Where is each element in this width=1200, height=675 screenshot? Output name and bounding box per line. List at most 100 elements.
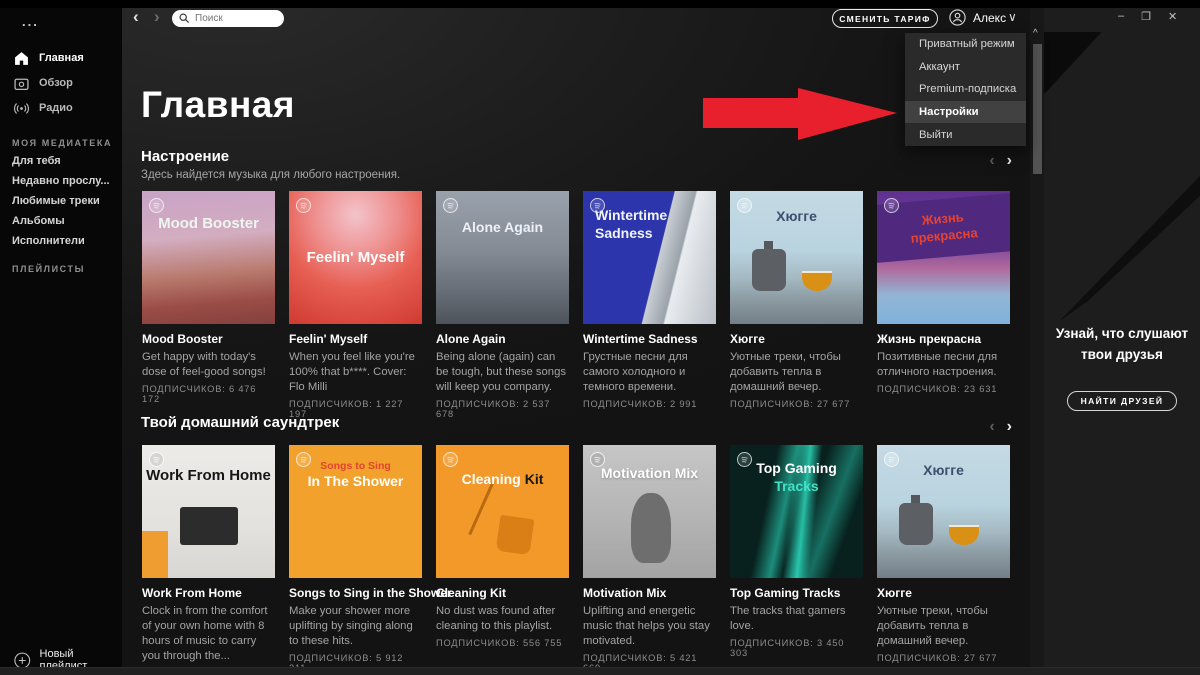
playlist-cover[interactable]: Alone Again — [436, 191, 569, 324]
subscriber-count: ПОДПИСЧИКОВ: 23 631 — [877, 384, 1010, 394]
user-avatar-icon — [949, 9, 966, 26]
cover-title: Top Gaming — [756, 460, 837, 478]
playlist-title[interactable]: Жизнь прекрасна — [877, 332, 1010, 346]
playlist-description: Clock in from the comfort of your own ho… — [142, 604, 275, 664]
subscriber-count: ПОДПИСЧИКОВ: 27 677 — [730, 399, 863, 409]
nav-back-button[interactable]: ‹ — [133, 10, 139, 24]
menu-item-account[interactable]: Аккаунт — [905, 56, 1026, 79]
find-friends-button[interactable]: НАЙТИ ДРУЗЕЙ — [1067, 391, 1177, 411]
subscriber-count: ПОДПИСЧИКОВ: 27 677 — [877, 653, 1010, 663]
scrollbar-up-icon[interactable]: ^ — [1033, 28, 1038, 39]
menu-item-settings[interactable]: Настройки — [905, 101, 1026, 124]
playlist-cover[interactable]: Хюгге — [877, 445, 1010, 578]
sidebar-item-label: Радио — [39, 102, 73, 114]
upgrade-plan-button[interactable]: СМЕНИТЬ ТАРИФ — [832, 9, 938, 28]
playlist-description: Уютные треки, чтобы добавить тепла в дом… — [877, 604, 1010, 649]
subscriber-count: ПОДПИСЧИКОВ: 6 476 172 — [142, 384, 275, 404]
username: Алекс — [973, 11, 1006, 25]
close-button[interactable]: ✕ — [1168, 10, 1177, 23]
playlist-cover[interactable]: Cleaning Kit — [436, 445, 569, 578]
playlist-cover[interactable]: Хюгге — [730, 191, 863, 324]
cover-title: In The Shower — [308, 473, 404, 491]
playlist-title[interactable]: Wintertime Sadness — [583, 332, 716, 346]
playlist-cover[interactable]: Жизнь прекрасна — [877, 191, 1010, 324]
restore-button[interactable]: ❐ — [1141, 10, 1151, 23]
nav-forward-button[interactable]: › — [154, 10, 160, 24]
sidebar-item-albums[interactable]: Альбомы — [12, 215, 65, 227]
playlist-description: Позитивные песни для отличного настроени… — [877, 350, 1010, 380]
player-bar-edge — [0, 667, 1200, 675]
sidebar-item-artists[interactable]: Исполнители — [12, 235, 85, 247]
playlist-title[interactable]: Work From Home — [142, 586, 275, 600]
playlist-title[interactable]: Cleaning Kit — [436, 586, 569, 600]
sidebar-item-liked-tracks[interactable]: Любимые треки — [12, 195, 100, 207]
annotation-arrow — [703, 87, 899, 141]
scrollbar-thumb[interactable] — [1033, 44, 1042, 174]
playlist-cover[interactable]: Feelin' Myself — [289, 191, 422, 324]
playlist-card: Work From Home Work From Home Clock in f… — [142, 445, 275, 675]
window-controls: – ❐ ✕ — [1118, 10, 1177, 23]
playlist-cover[interactable]: Mood Booster — [142, 191, 275, 324]
sidebar-item-radio[interactable]: Радио — [0, 96, 122, 120]
cover-title: Хюгге — [923, 462, 964, 480]
user-menu-trigger[interactable]: Алекс — [949, 9, 1006, 26]
playlist-cover[interactable]: Work From Home — [142, 445, 275, 578]
section-subtitle: Здесь найдется музыка для любого настрое… — [141, 169, 1012, 181]
minimize-button[interactable]: – — [1118, 10, 1124, 23]
menu-item-premium[interactable]: Premium-подписка — [905, 78, 1026, 101]
playlist-cover[interactable]: Wintertime Sadness — [583, 191, 716, 324]
section-home-soundtrack: Твой домашний саундтрек ‹ › Work From Ho… — [141, 414, 1012, 431]
playlist-card: Cleaning Kit Cleaning Kit No dust was fo… — [436, 445, 569, 675]
cover-title: Kit — [525, 471, 544, 489]
playlist-description: Make your shower more uplifting by singi… — [289, 604, 422, 649]
carousel-next-icon[interactable]: › — [1007, 154, 1012, 168]
playlist-description: Uplifting and energetic music that helps… — [583, 604, 716, 649]
section-title: Настроение — [141, 148, 1012, 165]
cover-title: Хюгге — [776, 208, 817, 226]
sidebar: ... Главная Обзор Радио МОЯ МЕДИАТЕКА Дл… — [0, 8, 122, 667]
playlist-description: No dust was found after cleaning to this… — [436, 604, 569, 634]
app-menu-icon[interactable]: ... — [22, 14, 39, 29]
menu-item-private-mode[interactable]: Приватный режим — [905, 33, 1026, 56]
menu-item-logout[interactable]: Выйти — [905, 123, 1026, 146]
sidebar-item-recent[interactable]: Недавно прослу... — [12, 175, 110, 187]
titlebar — [0, 0, 1200, 8]
cover-title: Cleaning — [462, 471, 521, 489]
sidebar-item-for-you[interactable]: Для тебя — [12, 155, 61, 167]
radio-icon — [14, 101, 29, 116]
playlist-cover[interactable]: Motivation Mix — [583, 445, 716, 578]
carousel-prev-icon[interactable]: ‹ — [989, 154, 994, 168]
playlist-title[interactable]: Хюгге — [877, 586, 1010, 600]
playlist-title[interactable]: Хюгге — [730, 332, 863, 346]
playlist-card: Wintertime Sadness Wintertime Sadness Гр… — [583, 191, 716, 419]
playlist-cover[interactable]: Top Gaming Tracks — [730, 445, 863, 578]
sidebar-item-home[interactable]: Главная — [0, 46, 122, 70]
playlist-card: Top Gaming Tracks Top Gaming Tracks The … — [730, 445, 863, 675]
cover-title: Tracks — [774, 478, 818, 496]
section-mood: Настроение Здесь найдется музыка для люб… — [141, 148, 1012, 181]
playlist-description: Being alone (again) can be tough, but th… — [436, 350, 569, 395]
chevron-down-icon[interactable]: ∨ — [1008, 10, 1017, 24]
carousel-prev-icon[interactable]: ‹ — [989, 420, 994, 434]
sidebar-item-label: Главная — [39, 52, 84, 64]
friends-panel: Узнай, что слушают твои друзья НАЙТИ ДРУ… — [1044, 8, 1200, 667]
cover-title: Feelin' Myself — [307, 249, 405, 268]
spotify-logo-icon — [884, 198, 899, 213]
subscriber-count: ПОДПИСЧИКОВ: 2 991 — [583, 399, 716, 409]
sidebar-item-browse[interactable]: Обзор — [0, 71, 122, 95]
playlist-title[interactable]: Top Gaming Tracks — [730, 586, 863, 600]
playlist-title[interactable]: Alone Again — [436, 332, 569, 346]
subscriber-count: ПОДПИСЧИКОВ: 556 755 — [436, 638, 569, 648]
playlist-title[interactable]: Feelin' Myself — [289, 332, 422, 346]
cover-title: Work From Home — [146, 467, 271, 486]
playlist-title[interactable]: Songs to Sing in the Shower — [289, 586, 422, 600]
playlist-title[interactable]: Mood Booster — [142, 332, 275, 346]
playlist-cover[interactable]: Songs to Sing In The Shower — [289, 445, 422, 578]
playlist-card: Songs to Sing In The Shower Songs to Sin… — [289, 445, 422, 675]
playlist-card: Alone Again Alone Again Being alone (aga… — [436, 191, 569, 419]
playlist-description: Грустные песни для самого холодного и те… — [583, 350, 716, 395]
playlist-title[interactable]: Motivation Mix — [583, 586, 716, 600]
playlist-card: Mood Booster Mood Booster Get happy with… — [142, 191, 275, 419]
friends-heading-line2: твои друзья — [1044, 345, 1200, 366]
carousel-next-icon[interactable]: › — [1007, 420, 1012, 434]
